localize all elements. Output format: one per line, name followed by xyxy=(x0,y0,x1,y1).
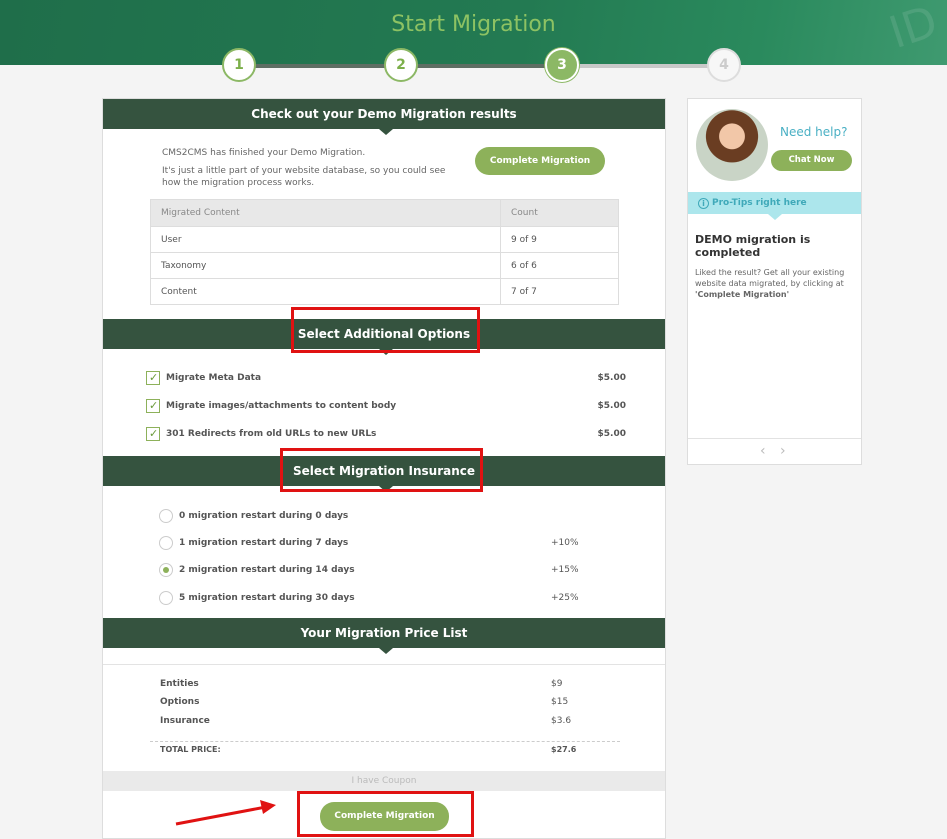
total-label: TOTAL PRICE: xyxy=(160,745,221,754)
table-cell-count: 7 of 7 xyxy=(500,278,619,305)
divider xyxy=(103,664,665,665)
option-checkbox[interactable] xyxy=(146,371,160,385)
option-row[interactable]: 301 Redirects from old URLs to new URLs … xyxy=(146,427,626,443)
step-4: 4 xyxy=(707,48,741,82)
option-checkbox[interactable] xyxy=(146,427,160,441)
option-price: $5.00 xyxy=(597,401,626,411)
pro-tips-bar: i Pro-Tips right here xyxy=(688,192,861,220)
chevron-right-icon[interactable]: › xyxy=(780,443,786,459)
total-value: $27.6 xyxy=(551,745,577,754)
page-title: Start Migration xyxy=(391,12,556,37)
insurance-radio-selected[interactable] xyxy=(159,563,173,577)
price-list-header: Your Migration Price List xyxy=(103,618,665,654)
table-cell-count: 6 of 6 xyxy=(500,252,619,279)
pro-tips-label: Pro-Tips right here xyxy=(712,198,807,208)
complete-migration-button[interactable]: Complete Migration xyxy=(320,802,449,831)
need-help-label: Need help? xyxy=(780,125,848,139)
price-value: $3.6 xyxy=(551,716,572,726)
additional-options-header: Select Additional Options xyxy=(103,319,665,355)
chat-now-button[interactable]: Chat Now xyxy=(771,150,852,171)
demo-message-line2: It's just a little part of your website … xyxy=(162,166,446,188)
insurance-option[interactable]: 2 migration restart during 14 days +15% xyxy=(159,563,579,579)
option-price: $5.00 xyxy=(597,373,626,383)
insurance-radio[interactable] xyxy=(159,509,173,523)
price-value: $15 xyxy=(551,697,569,707)
price-label: Insurance xyxy=(160,716,210,726)
insurance-percent: +25% xyxy=(551,593,579,603)
step-3[interactable]: 3 xyxy=(545,48,579,82)
total-divider xyxy=(150,741,620,742)
insurance-label: 5 migration restart during 30 days xyxy=(179,593,355,603)
step-2[interactable]: 2 xyxy=(384,48,418,82)
coupon-link[interactable]: I have Coupon xyxy=(103,771,665,791)
option-price: $5.00 xyxy=(597,429,626,439)
column-header-content: Migrated Content xyxy=(150,199,501,227)
complete-migration-button-top[interactable]: Complete Migration xyxy=(475,147,605,175)
table-row: User 9 of 9 xyxy=(150,226,619,253)
insurance-percent: +15% xyxy=(551,565,579,575)
insurance-label: 0 migration restart during 0 days xyxy=(179,511,349,521)
tips-navigation: ‹ › xyxy=(688,438,861,464)
price-label: Entities xyxy=(160,679,199,689)
option-row[interactable]: Migrate Meta Data $5.00 xyxy=(146,371,626,387)
support-avatar xyxy=(696,109,768,181)
demo-results-header: Check out your Demo Migration results xyxy=(103,99,665,135)
option-label: Migrate images/attachments to content bo… xyxy=(166,401,397,411)
info-icon: i xyxy=(698,198,709,209)
table-cell-count: 9 of 9 xyxy=(500,226,619,253)
table-row: Content 7 of 7 xyxy=(150,278,619,305)
migration-insurance-header: Select Migration Insurance xyxy=(103,456,665,492)
table-cell-content: User xyxy=(150,226,501,253)
step-1[interactable]: 1 xyxy=(222,48,256,82)
column-header-count: Count xyxy=(500,199,619,227)
insurance-radio[interactable] xyxy=(159,591,173,605)
option-label: 301 Redirects from old URLs to new URLs xyxy=(166,429,377,439)
table-header-row: Migrated Content Count xyxy=(150,199,619,227)
insurance-option[interactable]: 0 migration restart during 0 days xyxy=(159,509,579,525)
insurance-radio[interactable] xyxy=(159,536,173,550)
insurance-option[interactable]: 1 migration restart during 7 days +10% xyxy=(159,536,579,552)
tip-title: DEMO migration is completed xyxy=(695,233,811,259)
tip-body-text: Liked the result? Get all your existing … xyxy=(695,268,845,288)
table-cell-content: Content xyxy=(150,278,501,305)
option-checkbox[interactable] xyxy=(146,399,160,413)
table-row: Taxonomy 6 of 6 xyxy=(150,252,619,279)
option-label: Migrate Meta Data xyxy=(166,373,262,383)
insurance-label: 2 migration restart during 14 days xyxy=(179,565,355,575)
insurance-label: 1 migration restart during 7 days xyxy=(179,538,349,548)
help-sidebar: Need help? Chat Now i Pro-Tips right here… xyxy=(687,98,862,465)
migrated-content-table: Migrated Content Count User 9 of 9 Taxon… xyxy=(150,199,619,305)
migration-panel: Check out your Demo Migration results CM… xyxy=(102,98,666,839)
tip-body: Liked the result? Get all your existing … xyxy=(695,267,855,300)
price-value: $9 xyxy=(551,679,563,689)
insurance-option[interactable]: 5 migration restart during 30 days +25% xyxy=(159,591,579,607)
demo-message: CMS2CMS has finished your Demo Migration… xyxy=(162,147,462,195)
tip-body-emphasis: 'Complete Migration' xyxy=(695,290,790,299)
demo-message-line1: CMS2CMS has finished your Demo Migration… xyxy=(162,148,366,158)
insurance-percent: +10% xyxy=(551,538,579,548)
price-label: Options xyxy=(160,697,200,707)
option-row[interactable]: Migrate images/attachments to content bo… xyxy=(146,399,626,415)
chevron-left-icon[interactable]: ‹ xyxy=(760,443,766,459)
table-cell-content: Taxonomy xyxy=(150,252,501,279)
